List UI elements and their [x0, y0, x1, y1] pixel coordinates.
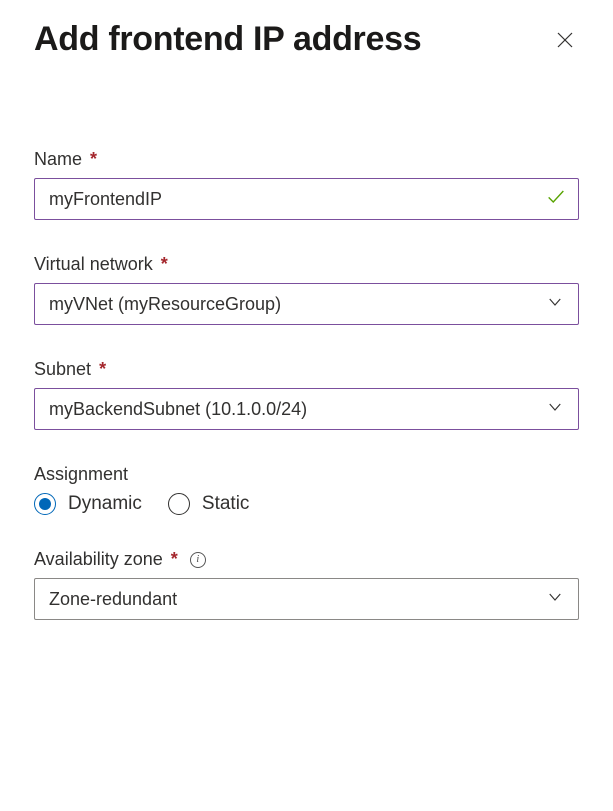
close-button[interactable] — [551, 26, 579, 54]
chevron-down-icon — [546, 588, 564, 611]
assignment-radio-static[interactable]: Static — [168, 493, 250, 515]
field-assignment: Assignment Dynamic Static — [34, 464, 579, 515]
subnet-label: Subnet — [34, 359, 91, 380]
close-icon — [555, 30, 575, 50]
name-label: Name — [34, 149, 82, 170]
az-label: Availability zone — [34, 549, 163, 570]
vnet-value: myVNet (myResourceGroup) — [49, 294, 281, 315]
info-icon[interactable]: i — [190, 552, 206, 568]
subnet-label-row: Subnet * — [34, 359, 579, 380]
required-asterisk: * — [90, 149, 97, 170]
chevron-down-icon — [546, 293, 564, 316]
field-subnet: Subnet * myBackendSubnet (10.1.0.0/24) — [34, 359, 579, 430]
az-value: Zone-redundant — [49, 589, 177, 610]
field-name: Name * — [34, 149, 579, 220]
vnet-label-row: Virtual network * — [34, 254, 579, 275]
required-asterisk: * — [99, 359, 106, 380]
name-label-row: Name * — [34, 149, 579, 170]
name-input-wrap — [34, 178, 579, 220]
required-asterisk: * — [161, 254, 168, 275]
az-label-row: Availability zone * i — [34, 549, 579, 570]
name-input[interactable] — [34, 178, 579, 220]
az-select[interactable]: Zone-redundant — [34, 578, 579, 620]
radio-checked-icon — [34, 493, 56, 515]
panel-header: Add frontend IP address — [34, 20, 579, 59]
subnet-value: myBackendSubnet (10.1.0.0/24) — [49, 399, 307, 420]
page-title: Add frontend IP address — [34, 20, 421, 59]
field-vnet: Virtual network * myVNet (myResourceGrou… — [34, 254, 579, 325]
required-asterisk: * — [171, 549, 178, 570]
chevron-down-icon — [546, 398, 564, 421]
assignment-label-row: Assignment — [34, 464, 579, 485]
assignment-radio-dynamic[interactable]: Dynamic — [34, 493, 142, 515]
radio-dot — [39, 498, 51, 510]
assignment-dynamic-label: Dynamic — [68, 493, 142, 515]
vnet-label: Virtual network — [34, 254, 153, 275]
assignment-static-label: Static — [202, 493, 250, 515]
vnet-select[interactable]: myVNet (myResourceGroup) — [34, 283, 579, 325]
radio-unchecked-icon — [168, 493, 190, 515]
subnet-select[interactable]: myBackendSubnet (10.1.0.0/24) — [34, 388, 579, 430]
assignment-label: Assignment — [34, 464, 128, 485]
assignment-radio-group: Dynamic Static — [34, 493, 579, 515]
field-availability-zone: Availability zone * i Zone-redundant — [34, 549, 579, 620]
